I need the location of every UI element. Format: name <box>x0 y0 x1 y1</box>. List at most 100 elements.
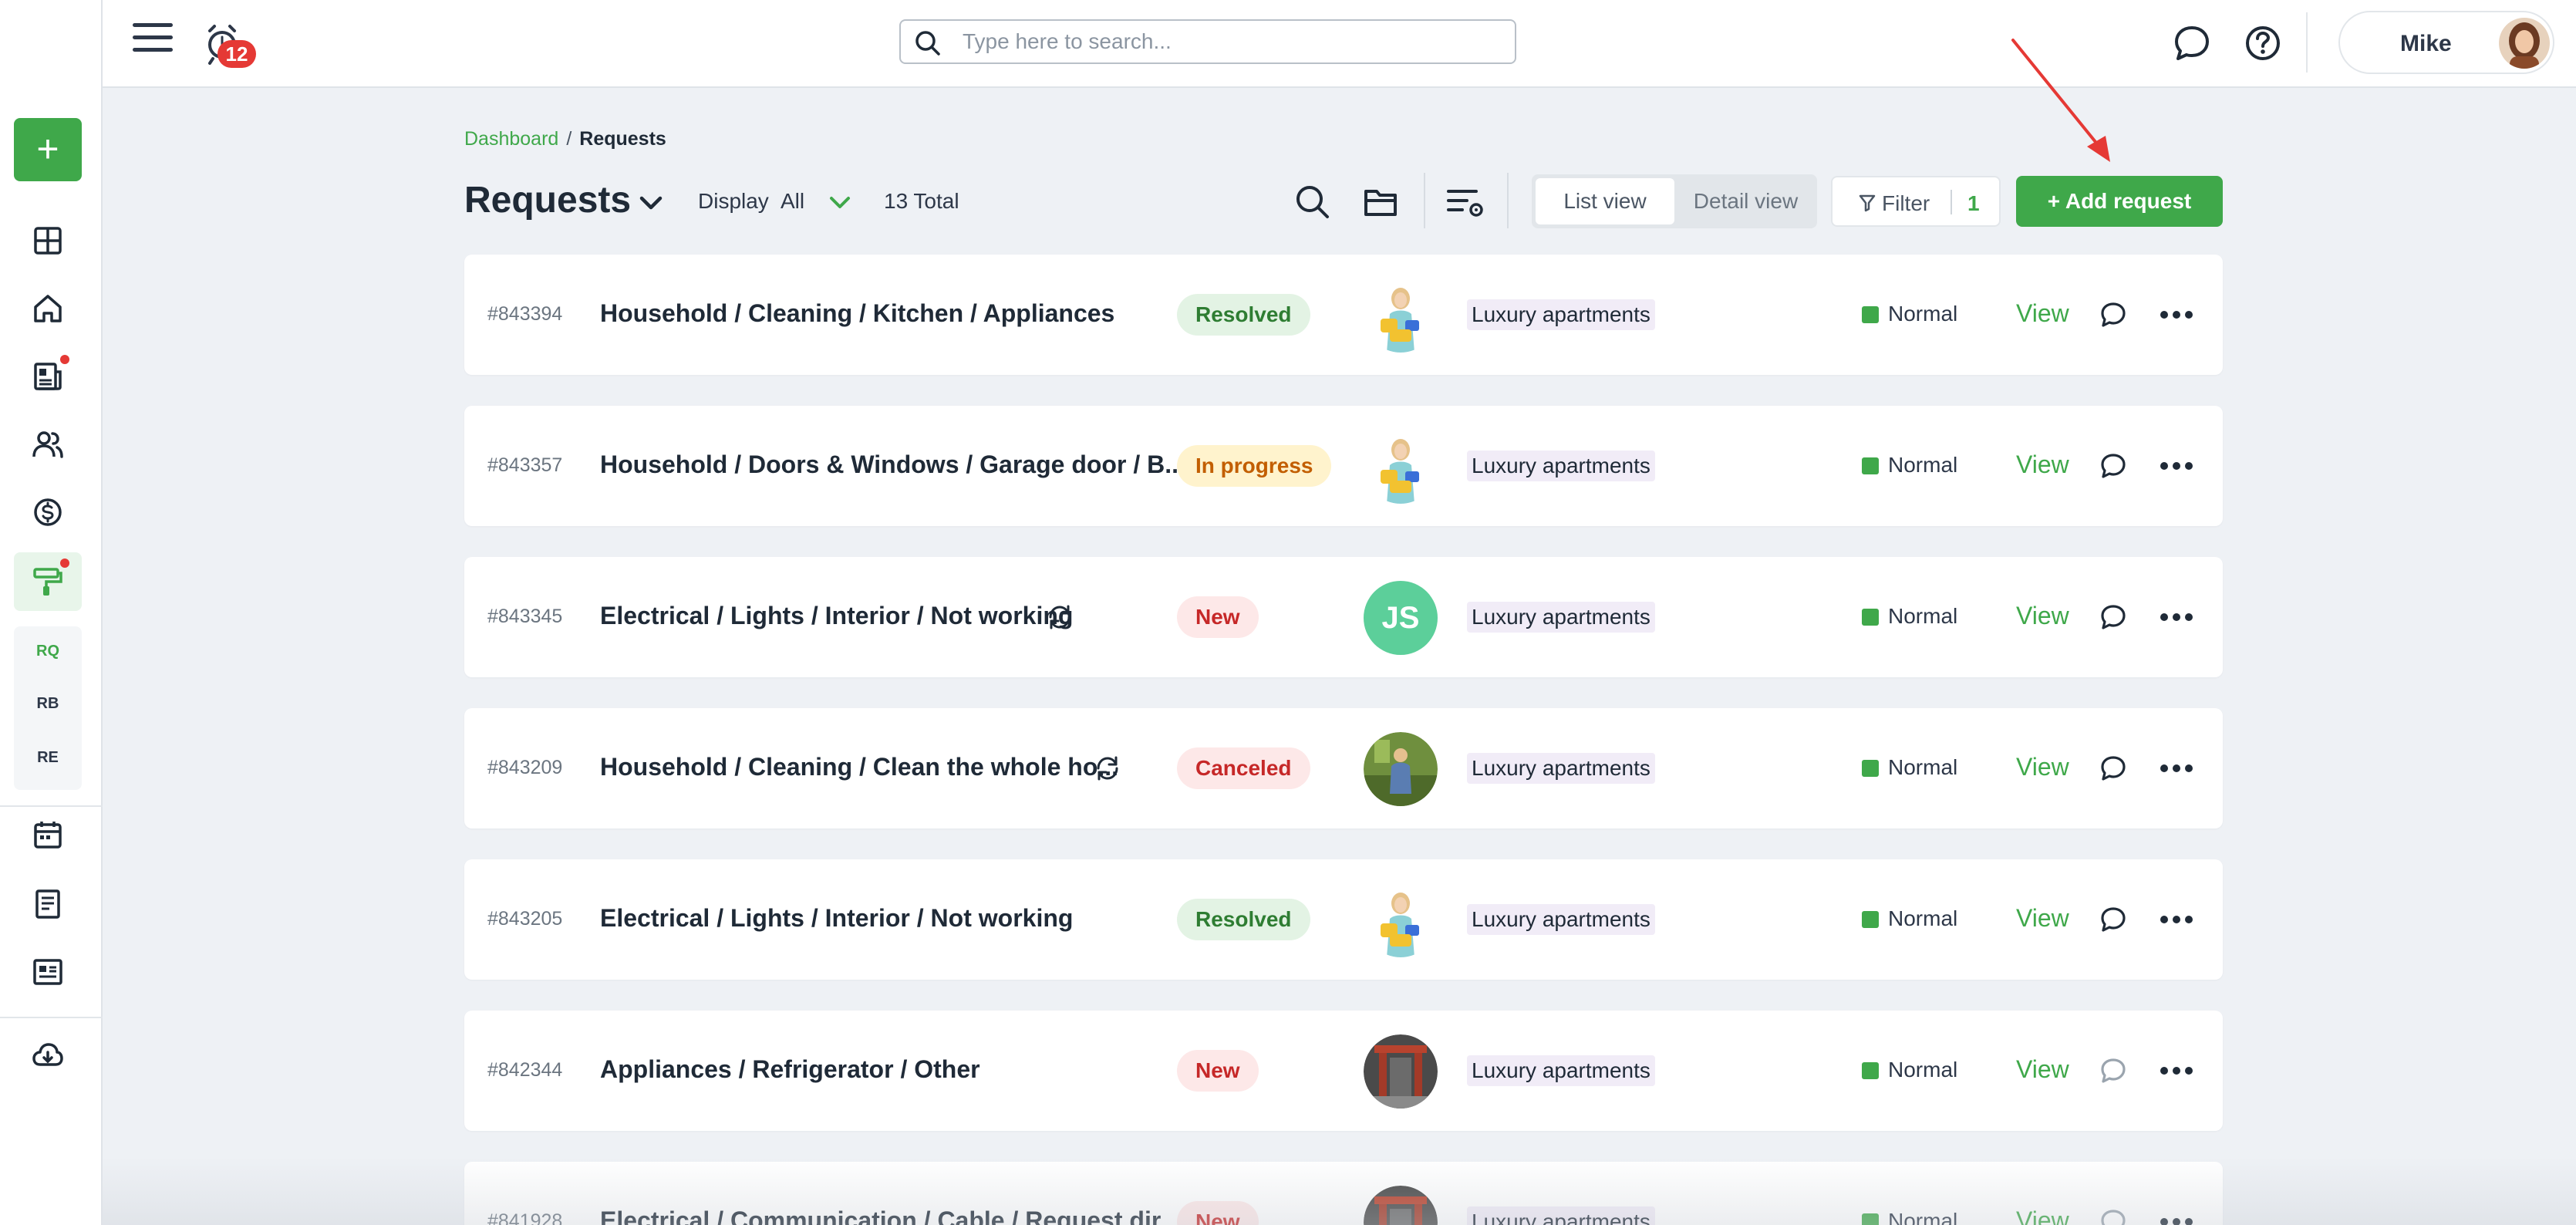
chat-icon[interactable] <box>2170 22 2214 65</box>
request-row[interactable]: #843357 Household / Doors & Windows / Gar… <box>464 406 2223 526</box>
comment-icon[interactable] <box>2098 602 2129 636</box>
notification-dot <box>60 559 69 568</box>
request-title[interactable]: Electrical / Lights / Interior / Not wor… <box>600 904 1073 933</box>
dollar-icon[interactable] <box>31 495 65 529</box>
request-title[interactable]: Household / Cleaning / Clean the whole h… <box>600 753 1118 781</box>
priority-label: Normal <box>1888 906 1958 930</box>
priority-label: Normal <box>1888 453 1958 477</box>
column-settings-icon[interactable] <box>1445 184 1485 221</box>
comment-icon[interactable] <box>2098 451 2129 485</box>
request-row[interactable]: #841928 Electrical / Communication / Cabl… <box>464 1162 2223 1225</box>
request-id: #843345 <box>487 606 563 627</box>
sidebar-item-rb[interactable]: RB <box>14 695 82 713</box>
chevron-down-icon[interactable] <box>637 193 665 213</box>
request-title[interactable]: Appliances / Refrigerator / Other <box>600 1055 980 1084</box>
view-link[interactable]: View <box>2016 753 2069 781</box>
property-tag[interactable]: Luxury apartments <box>1467 753 1655 784</box>
more-options-icon[interactable] <box>2158 608 2195 630</box>
more-options-icon[interactable] <box>2158 759 2195 781</box>
dashboard-grid-icon[interactable] <box>31 224 65 258</box>
sidebar-divider <box>0 1017 103 1018</box>
chevron-down-icon[interactable] <box>827 193 853 213</box>
toolbar-divider <box>1507 173 1509 228</box>
comment-icon[interactable] <box>2098 299 2129 334</box>
more-options-icon[interactable] <box>2158 457 2195 479</box>
request-title[interactable]: Electrical / Communication / Cable / Req… <box>600 1206 1180 1225</box>
request-id: #843205 <box>487 908 563 930</box>
assignee-avatar <box>1364 732 1438 806</box>
quick-add-button[interactable]: + <box>14 118 82 181</box>
assignee-avatar <box>1364 1186 1438 1225</box>
property-tag[interactable]: Luxury apartments <box>1467 451 1655 481</box>
display-label: Display <box>698 189 769 213</box>
list-view-button[interactable]: List view <box>1536 178 1674 224</box>
breadcrumb-dashboard-link[interactable]: Dashboard <box>464 128 558 150</box>
priority-label: Normal <box>1888 755 1958 779</box>
property-tag[interactable]: Luxury apartments <box>1467 904 1655 935</box>
download-cloud-icon[interactable] <box>31 1038 65 1072</box>
search-box[interactable] <box>899 19 1516 64</box>
user-name: Mike <box>2400 31 2452 56</box>
view-link[interactable]: View <box>2016 451 2069 479</box>
request-title[interactable]: Household / Cleaning / Kitchen / Applian… <box>600 299 1114 328</box>
property-tag[interactable]: Luxury apartments <box>1467 299 1655 330</box>
filter-button[interactable]: Filter 1 <box>1831 176 2001 227</box>
view-link[interactable]: View <box>2016 904 2069 933</box>
priority-label: Normal <box>1888 302 1958 326</box>
more-options-icon[interactable] <box>2158 1061 2195 1084</box>
request-row[interactable]: #843394 Household / Cleaning / Kitchen / … <box>464 255 2223 375</box>
assignee-avatar: JS <box>1364 581 1438 655</box>
sidebar-item-re[interactable]: RE <box>14 749 82 767</box>
property-tag[interactable]: Luxury apartments <box>1467 1055 1655 1086</box>
user-menu[interactable]: Mike <box>2338 11 2554 74</box>
comment-icon[interactable] <box>2098 1206 2129 1225</box>
request-title[interactable]: Electrical / Lights / Interior / Not wor… <box>600 602 1073 630</box>
priority-indicator <box>1862 457 1879 474</box>
home-icon[interactable] <box>31 292 65 326</box>
request-id: #841928 <box>487 1210 563 1225</box>
more-options-icon[interactable] <box>2158 910 2195 933</box>
filter-label: Filter <box>1882 191 1930 215</box>
folder-icon[interactable] <box>1362 184 1399 221</box>
id-card-icon[interactable] <box>31 955 65 989</box>
filter-funnel-icon <box>1859 194 1876 212</box>
search-icon[interactable] <box>1294 184 1331 221</box>
red-arrow-annotation <box>2011 39 2110 162</box>
users-icon[interactable] <box>31 427 65 461</box>
add-request-button[interactable]: + Add request <box>2016 176 2223 227</box>
request-title[interactable]: Household / Doors & Windows / Garage doo… <box>600 451 1185 479</box>
more-options-icon[interactable] <box>2158 305 2195 328</box>
comment-icon[interactable] <box>2098 753 2129 788</box>
request-row[interactable]: #843345 Electrical / Lights / Interior / … <box>464 557 2223 677</box>
document-icon[interactable] <box>31 887 65 921</box>
menu-hamburger-icon[interactable] <box>133 23 173 60</box>
property-tag[interactable]: Luxury apartments <box>1467 602 1655 633</box>
priority-label: Normal <box>1888 1209 1958 1225</box>
recurring-icon-wrap <box>1044 602 1075 636</box>
status-badge: New <box>1177 1201 1259 1225</box>
detail-view-button[interactable]: Detail view <box>1678 178 1813 224</box>
paint-roller-icon[interactable] <box>31 565 65 599</box>
search-input[interactable] <box>963 27 1502 56</box>
sidebar-item-rq[interactable]: RQ <box>14 643 82 660</box>
property-tag[interactable]: Luxury apartments <box>1467 1206 1655 1225</box>
newspaper-icon[interactable] <box>31 359 65 393</box>
view-link[interactable]: View <box>2016 1206 2069 1225</box>
status-badge: In progress <box>1177 445 1332 487</box>
help-icon[interactable] <box>2241 22 2284 65</box>
calendar-icon[interactable] <box>31 818 65 852</box>
page-title[interactable]: Requests <box>464 179 631 221</box>
comment-icon[interactable] <box>2098 1055 2129 1090</box>
status-badge: New <box>1177 1050 1259 1092</box>
view-link[interactable]: View <box>2016 1055 2069 1084</box>
breadcrumb-separator: / <box>566 128 572 150</box>
request-row[interactable]: #843209 Household / Cleaning / Clean the … <box>464 708 2223 828</box>
view-link[interactable]: View <box>2016 299 2069 328</box>
request-row[interactable]: #843205 Electrical / Lights / Interior / … <box>464 859 2223 980</box>
request-row[interactable]: #842344 Appliances / Refrigerator / Other… <box>464 1011 2223 1131</box>
display-select-value[interactable]: All <box>781 189 804 214</box>
more-options-icon[interactable] <box>2158 1213 2195 1225</box>
comment-icon[interactable] <box>2098 904 2129 939</box>
view-link[interactable]: View <box>2016 602 2069 630</box>
request-id: #843357 <box>487 454 563 476</box>
